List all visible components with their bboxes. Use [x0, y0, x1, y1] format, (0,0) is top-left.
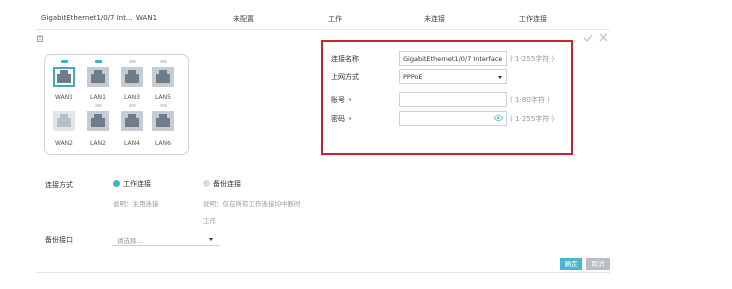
lan6-led: [160, 104, 167, 107]
account-label: 账号 •: [331, 95, 352, 105]
work-conn-label[interactable]: 工作连接: [123, 179, 151, 189]
close-icon[interactable]: [599, 33, 608, 44]
ethernet-port-icon: [91, 114, 105, 127]
port-label-lan6: LAN6: [155, 140, 171, 147]
backup-conn-radio[interactable]: [203, 180, 210, 187]
backup-conn-desc-cont: 工作: [203, 217, 216, 225]
interface-name: GigabitEthernet1/0/7 Int...: [41, 14, 133, 22]
ethernet-port-icon: [125, 114, 139, 127]
work-connection-status: 工作连接: [519, 15, 547, 23]
port-label-lan4: LAN4: [124, 140, 140, 147]
ethernet-port-icon: [57, 70, 71, 83]
password-label: 密码 •: [331, 114, 352, 124]
account-hint: ( 1-80字符 ): [510, 96, 550, 104]
access-method-select[interactable]: PPPoE: [399, 69, 507, 84]
bottom-divider: [36, 272, 610, 273]
work-conn-desc: 说明：主用连接: [113, 200, 159, 208]
ethernet-port-icon: [156, 114, 170, 127]
port-lan3[interactable]: [121, 67, 143, 87]
chevron-down-icon: [209, 238, 213, 241]
port-label-wan2: WAN2: [54, 140, 73, 147]
port-label-lan1: LAN1: [90, 94, 106, 101]
confirm-button[interactable]: 确定: [560, 258, 582, 270]
backup-conn-label[interactable]: 备份连接: [213, 179, 241, 189]
port-label-lan3: LAN3: [124, 94, 140, 101]
password-input[interactable]: [399, 111, 507, 126]
port-label-lan5: LAN5: [155, 94, 171, 101]
required-mark: •: [348, 96, 353, 104]
check-icon[interactable]: [583, 34, 593, 44]
chevron-down-icon: [498, 76, 502, 79]
required-mark: •: [348, 115, 353, 123]
cancel-button[interactable]: 取消: [586, 258, 610, 270]
work-status: 工作: [328, 15, 342, 23]
connection-status: 未连接: [424, 15, 445, 23]
account-input[interactable]: [399, 92, 507, 107]
backup-conn-desc: 说明：仅在所有工作连接均中断时: [203, 200, 301, 208]
ethernet-port-icon: [57, 114, 71, 127]
port-lan4[interactable]: [121, 111, 143, 131]
work-conn-radio[interactable]: [113, 180, 120, 187]
port-wan1[interactable]: [53, 67, 75, 87]
conn-name-label: 连接名称: [331, 55, 359, 63]
lan4-led: [129, 104, 136, 107]
port-lan1[interactable]: [87, 67, 109, 87]
backup-iface-label: 备份接口: [45, 236, 73, 244]
password-hint: ( 1-255字符 ): [510, 115, 555, 123]
eye-icon[interactable]: [494, 115, 503, 123]
trash-icon[interactable]: [37, 35, 43, 42]
password-label-text: 密码: [331, 115, 345, 123]
backup-iface-placeholder: 请选择...: [117, 237, 143, 245]
conn-name-hint: ( 1-255字符 ): [510, 55, 555, 63]
connection-config-box: 连接名称 GigabitEthernet1/0/7 Interface ( 1-…: [321, 40, 573, 155]
backup-iface-select[interactable]: 请选择...: [112, 232, 219, 246]
access-method-label: 上网方式: [331, 73, 359, 81]
ethernet-port-icon: [156, 70, 170, 83]
port-label-lan2: LAN2: [90, 140, 106, 147]
lan1-led: [95, 60, 102, 63]
lan2-led: [95, 104, 102, 107]
wan1-led: [61, 60, 68, 63]
lan3-led: [129, 60, 136, 63]
port-lan6[interactable]: [152, 111, 174, 131]
conn-type-label: 连接方式: [45, 181, 73, 189]
access-method-value: PPPoE: [403, 73, 423, 81]
port-lan2[interactable]: [87, 111, 109, 131]
ethernet-port-icon: [125, 70, 139, 83]
config-status: 未配置: [233, 15, 254, 23]
lan5-led: [160, 60, 167, 63]
ethernet-port-icon: [91, 70, 105, 83]
port-panel: WAN1 LAN1 LAN3 LAN5 WAN2 LAN2 LAN4 LAN6: [44, 54, 189, 155]
port-lan5[interactable]: [152, 67, 174, 87]
port-label-wan1: WAN1: [54, 94, 73, 101]
wan-label: WAN1: [136, 14, 158, 22]
conn-name-input[interactable]: GigabitEthernet1/0/7 Interface: [399, 51, 507, 66]
account-label-text: 账号: [331, 96, 345, 104]
interface-row[interactable]: GigabitEthernet1/0/7 Int... WAN1 未配置 工作 …: [36, 8, 610, 30]
port-wan2[interactable]: [53, 111, 75, 131]
